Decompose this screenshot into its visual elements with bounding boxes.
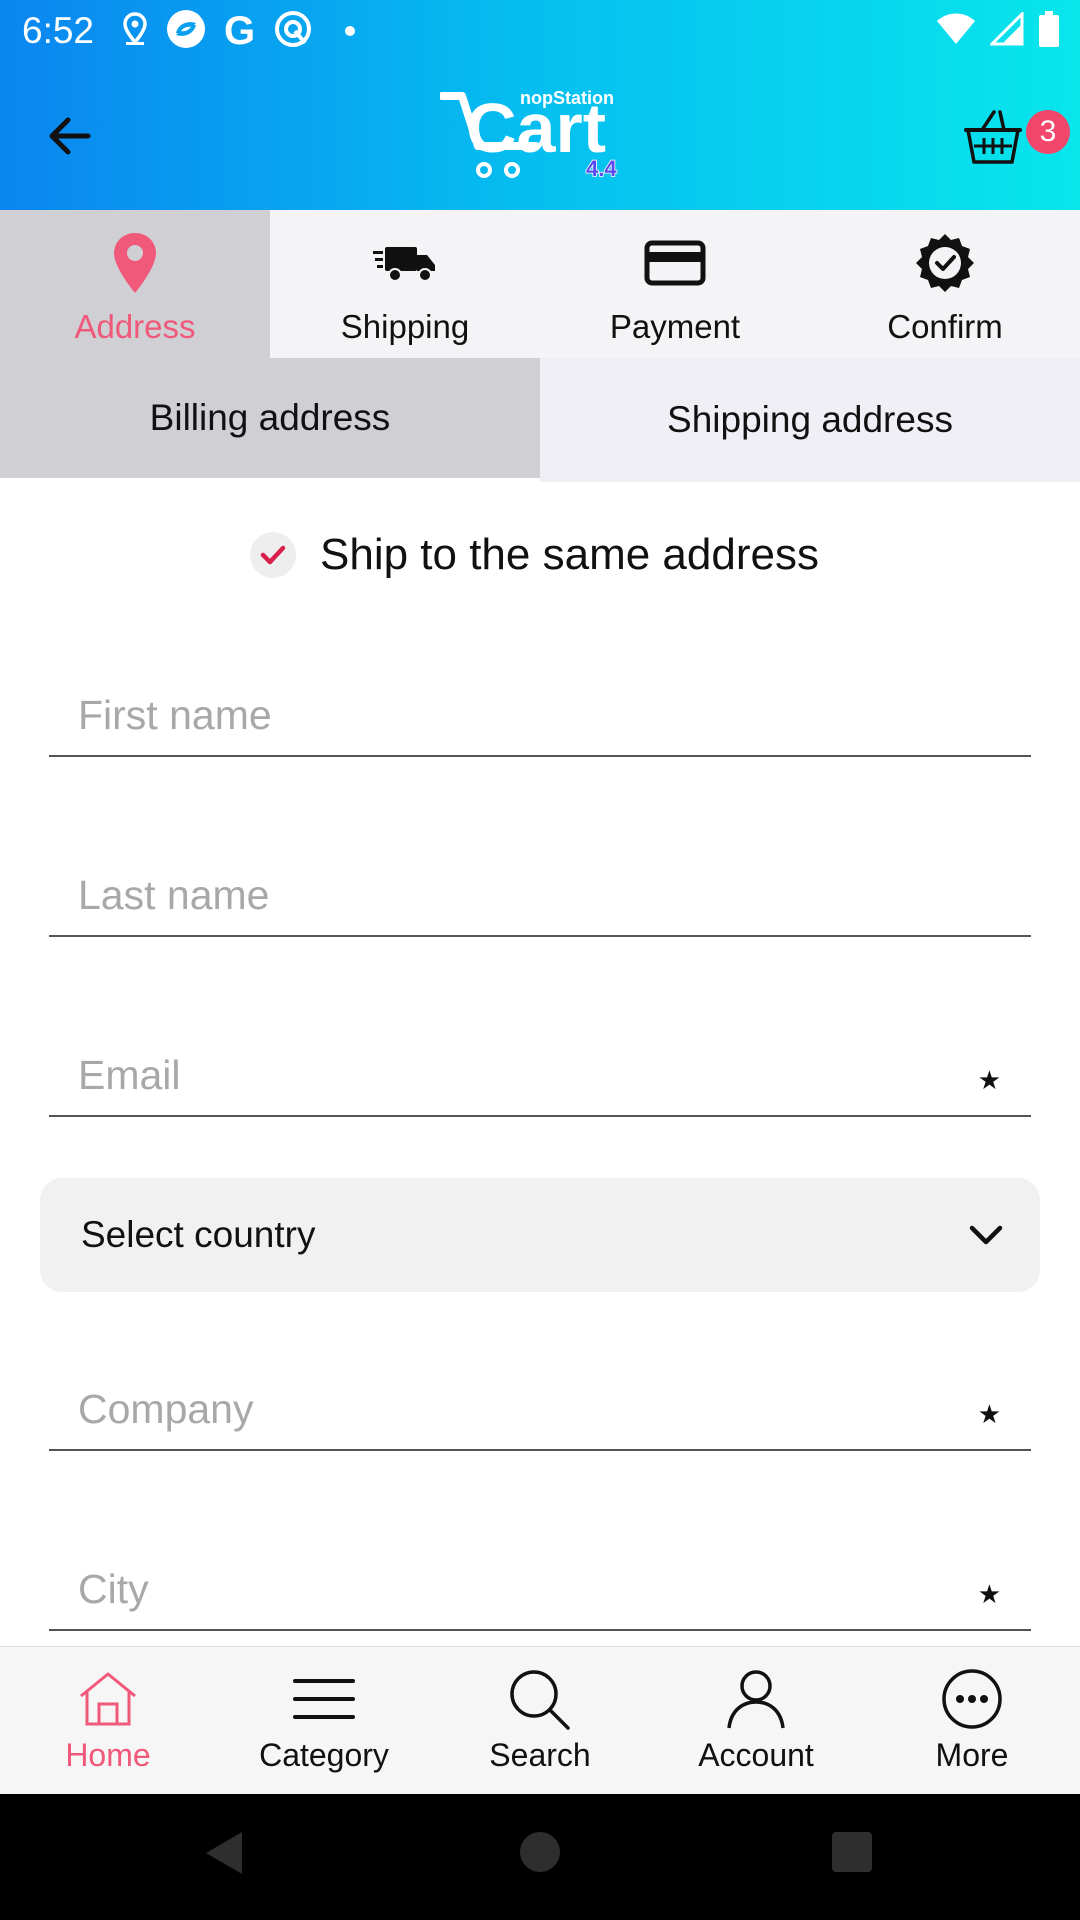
nav-label: Search xyxy=(489,1737,591,1773)
step-label: Shipping xyxy=(340,308,470,345)
nav-search[interactable]: Search xyxy=(432,1647,648,1795)
checkmark-icon xyxy=(260,545,286,565)
credit-card-icon xyxy=(644,240,706,286)
more-dots-icon xyxy=(942,1669,1002,1729)
status-icons-right xyxy=(936,9,1060,52)
last-name-input[interactable] xyxy=(78,857,958,933)
city-input[interactable] xyxy=(78,1551,958,1627)
last-name-field xyxy=(49,857,1031,937)
badge-check-icon xyxy=(916,234,974,292)
ship-same-checkbox[interactable] xyxy=(250,532,296,578)
chevron-down-icon xyxy=(969,1225,1003,1245)
step-shipping[interactable]: Shipping xyxy=(270,210,540,358)
ship-same-address-row[interactable]: Ship to the same address xyxy=(250,526,819,584)
email-input[interactable] xyxy=(78,1037,958,1113)
location-pin-icon xyxy=(114,233,156,293)
company-field: ★ xyxy=(49,1371,1031,1451)
ship-same-label: Ship to the same address xyxy=(320,530,819,579)
first-name-input[interactable] xyxy=(78,677,958,753)
assistant-icon xyxy=(273,9,313,54)
nav-home[interactable]: Home xyxy=(0,1647,216,1795)
company-input[interactable] xyxy=(78,1371,958,1447)
required-star-icon: ★ xyxy=(977,1065,1001,1095)
city-field: ★ xyxy=(49,1551,1031,1631)
system-recents-icon[interactable] xyxy=(832,1832,872,1872)
person-icon xyxy=(727,1670,785,1729)
status-icons-left: G xyxy=(122,9,356,54)
step-label: Confirm xyxy=(887,308,1003,345)
nav-label: Account xyxy=(698,1737,814,1773)
email-field: ★ xyxy=(49,1037,1031,1117)
step-label: Address xyxy=(74,308,196,345)
tab-shipping-address[interactable]: Shipping address xyxy=(540,358,1080,482)
checkout-steps: Address Shipping Payment Confirm xyxy=(0,210,1080,358)
status-bar: 6:52 G xyxy=(0,0,1080,62)
truck-icon xyxy=(373,247,435,282)
battery-icon xyxy=(1038,10,1060,52)
cell-signal-icon xyxy=(988,9,1024,51)
menu-lines-icon xyxy=(293,1679,355,1719)
step-label: Payment xyxy=(609,308,741,345)
location-icon xyxy=(122,11,148,51)
nav-category[interactable]: Category xyxy=(216,1647,432,1795)
nav-account[interactable]: Account xyxy=(648,1647,864,1795)
home-icon xyxy=(80,1672,136,1726)
required-star-icon: ★ xyxy=(977,1399,1001,1429)
address-tabs: Billing address Shipping address xyxy=(0,358,1080,482)
nav-label: More xyxy=(935,1737,1009,1773)
google-g-icon: G xyxy=(224,9,256,53)
system-nav-bar xyxy=(0,1794,1080,1920)
step-payment[interactable]: Payment xyxy=(540,210,810,358)
tab-billing-address[interactable]: Billing address xyxy=(0,358,540,478)
search-icon xyxy=(510,1670,570,1730)
app-header: 6:52 G nopStation Cart 4.4 3 xyxy=(0,0,1080,210)
nav-more[interactable]: More xyxy=(864,1647,1080,1795)
cart-button[interactable] xyxy=(962,106,1024,168)
nav-label: Home xyxy=(65,1737,151,1773)
country-select-label: Select country xyxy=(81,1214,316,1255)
step-confirm[interactable]: Confirm xyxy=(810,210,1080,358)
nav-label: Category xyxy=(259,1737,389,1773)
arrow-back-icon xyxy=(49,117,91,155)
status-time: 6:52 xyxy=(22,10,95,51)
required-star-icon: ★ xyxy=(977,1579,1001,1609)
bottom-nav: Home Category Search Account More xyxy=(0,1646,1080,1794)
logo-version: 4.4 xyxy=(586,156,617,181)
app-sync-icon xyxy=(166,9,206,54)
back-button[interactable] xyxy=(42,108,106,164)
notification-dot xyxy=(345,26,356,36)
country-select[interactable]: Select country xyxy=(40,1178,1040,1292)
first-name-field xyxy=(49,677,1031,757)
system-back-icon[interactable] xyxy=(204,1830,244,1876)
basket-icon xyxy=(964,110,1022,164)
app-logo: nopStation Cart 4.4 xyxy=(438,84,640,184)
cart-count-badge: 3 xyxy=(1026,110,1070,154)
wifi-icon xyxy=(936,12,976,51)
step-address[interactable]: Address xyxy=(0,210,270,358)
system-home-icon[interactable] xyxy=(520,1832,560,1872)
